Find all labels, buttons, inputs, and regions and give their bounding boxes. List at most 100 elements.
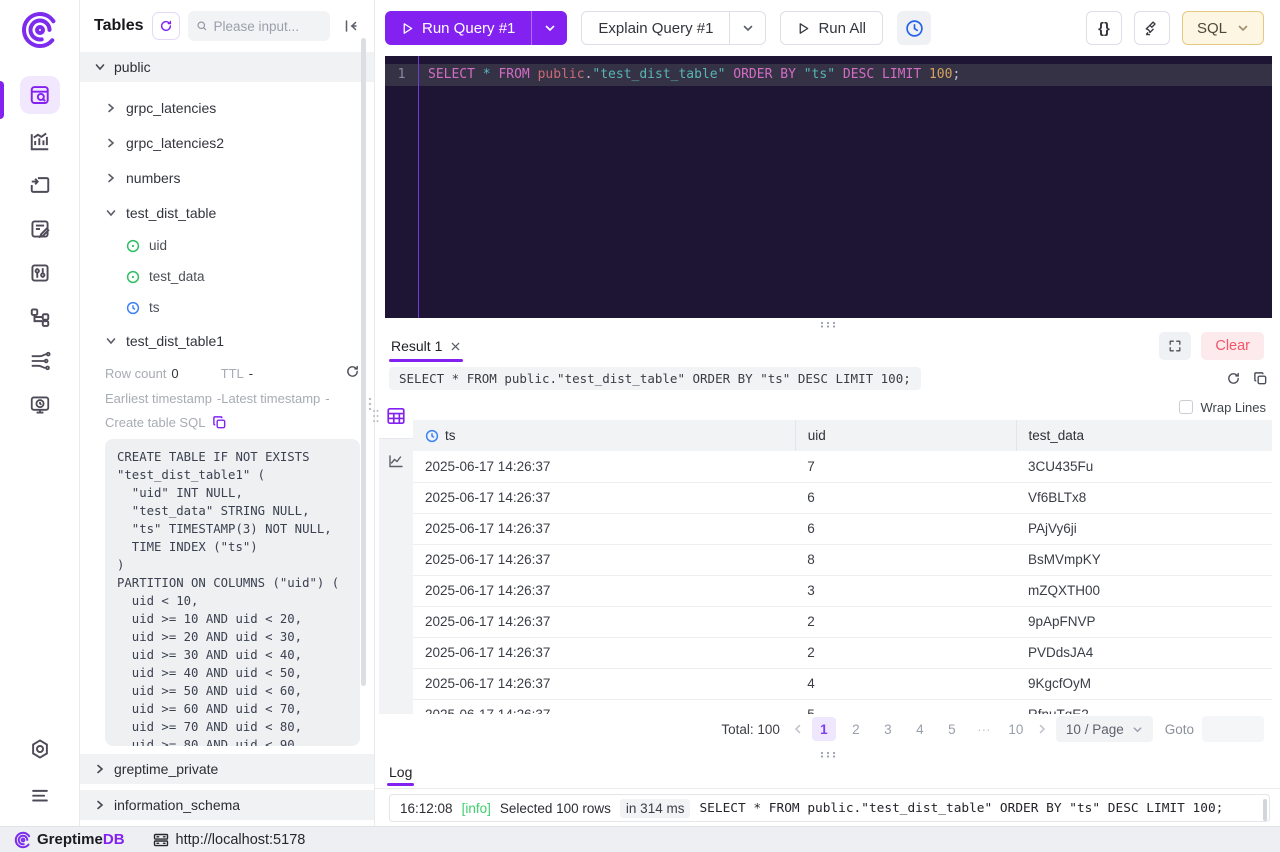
nav-rail-bottom (20, 732, 60, 812)
schema-row-greptime-private[interactable]: greptime_private (80, 754, 374, 784)
schema-row-information-schema[interactable]: information_schema (80, 790, 374, 820)
schema-row-public[interactable]: public (80, 52, 374, 82)
page-button[interactable]: 10 (1004, 717, 1028, 741)
page-button[interactable]: 2 (844, 717, 868, 741)
expand-result-button[interactable] (1159, 332, 1191, 360)
table-row[interactable]: 2025-06-17 14:26:37 2 9pApFNVP (413, 606, 1272, 637)
page-button[interactable]: 3 (876, 717, 900, 741)
prev-page-button[interactable] (792, 723, 804, 735)
close-icon[interactable] (450, 341, 461, 352)
run-query-split-button: Run Query #1 (385, 11, 567, 45)
pagination: Total: 100 12345···10 10 / Page Goto (375, 714, 1280, 744)
column-header-ts[interactable]: ts (413, 420, 795, 451)
sql-token: LIMIT (882, 67, 921, 82)
table-row[interactable]: 2025-06-17 14:26:37 5 RfnuTqE2 (413, 699, 1272, 714)
nav-item-status[interactable] (20, 388, 60, 422)
tables-refresh-button[interactable] (152, 12, 180, 40)
rerun-query-button[interactable] (1226, 371, 1241, 386)
nav-item-settings[interactable] (20, 732, 60, 766)
nav-item-controls[interactable] (20, 256, 60, 290)
details-refresh-button[interactable] (345, 364, 360, 382)
result-log-splitter[interactable] (375, 744, 1280, 764)
greptimedb-logo-icon (14, 831, 32, 849)
tables-search-input[interactable] (214, 19, 323, 34)
log-entry[interactable]: 16:12:08 [info] Selected 100 rows in 314… (389, 794, 1270, 822)
column-header-test-data[interactable]: test_data (1016, 420, 1272, 451)
sql-editor[interactable]: 1 SELECT * FROM public."test_dist_table"… (385, 56, 1272, 318)
server-url[interactable]: http://localhost:5178 (153, 832, 306, 848)
collapse-panel-button[interactable] (338, 13, 364, 39)
column-header-uid[interactable]: uid (795, 420, 1016, 451)
result-section: Result 1 Clear (375, 330, 1280, 744)
table-row-grpc-latencies[interactable]: grpc_latencies (80, 90, 374, 125)
table-row-grpc-latencies2[interactable]: grpc_latencies2 (80, 125, 374, 160)
tables-search-box[interactable] (188, 11, 331, 41)
page-buttons: 12345 ··· 10 (812, 717, 1028, 741)
search-icon (196, 19, 208, 33)
nav-item-flows[interactable] (20, 344, 60, 378)
greptimedb-logo-icon[interactable] (20, 10, 60, 50)
nav-item-pipeline[interactable] (20, 300, 60, 334)
chart-view-button[interactable] (379, 438, 413, 482)
explain-query-dropdown-button[interactable] (729, 12, 765, 44)
page-button[interactable]: 4 (908, 717, 932, 741)
nav-item-menu[interactable] (20, 778, 60, 812)
table-row[interactable]: 2025-06-17 14:26:37 2 PVDdsJA4 (413, 637, 1272, 668)
column-name: test_data (149, 269, 205, 284)
cell-uid: 2 (795, 637, 1016, 668)
log-scrollbar[interactable] (1263, 799, 1267, 821)
editor-line-1[interactable]: 1 SELECT * FROM public."test_dist_table"… (385, 64, 1272, 86)
editor-result-splitter[interactable] (375, 318, 1280, 330)
table-view-button[interactable] (379, 394, 413, 438)
page-size-select[interactable]: 10 / Page (1056, 716, 1153, 742)
page-button[interactable]: 5 (940, 717, 964, 741)
language-select[interactable]: SQL (1182, 11, 1264, 45)
column-row-ts[interactable]: ts (80, 292, 374, 323)
clear-results-button[interactable]: Clear (1201, 332, 1264, 360)
clear-editor-button[interactable] (1134, 11, 1170, 45)
query-history-button[interactable] (897, 11, 931, 45)
table-row-test-dist-table[interactable]: test_dist_table (80, 195, 374, 230)
cell-test-data: mZQXTH00 (1016, 575, 1272, 606)
nav-item-scripts[interactable] (20, 212, 60, 246)
page-button[interactable]: 1 (812, 717, 836, 741)
nav-active-indicator (0, 81, 4, 119)
nav-item-tables[interactable] (20, 76, 60, 114)
column-row-uid[interactable]: uid (80, 230, 374, 261)
copy-query-button[interactable] (1253, 371, 1268, 386)
column-row-test-data[interactable]: test_data (80, 261, 374, 292)
nav-item-ingest[interactable] (20, 168, 60, 202)
wrap-lines-checkbox[interactable] (1179, 400, 1193, 414)
table-row[interactable]: 2025-06-17 14:26:37 6 Vf6BLTx8 (413, 482, 1272, 513)
result-rail-handle[interactable] (372, 408, 379, 424)
page-button[interactable]: ··· (972, 717, 996, 741)
run-query-button[interactable]: Run Query #1 (385, 11, 531, 45)
chart-view-icon (387, 452, 405, 470)
table-row-numbers[interactable]: numbers (80, 160, 374, 195)
table-row[interactable]: 2025-06-17 14:26:37 8 BsMVmpKY (413, 544, 1272, 575)
table-name: numbers (126, 170, 180, 186)
table-row[interactable]: 2025-06-17 14:26:37 6 PAjVy6ji (413, 513, 1272, 544)
next-page-button[interactable] (1036, 723, 1048, 735)
result-tab[interactable]: Result 1 (389, 330, 463, 362)
tables-panel-scrollbar[interactable] (361, 38, 366, 686)
result-table-area: Wrap Lines ts (413, 394, 1280, 714)
run-all-button[interactable]: Run All (780, 11, 883, 45)
cell-test-data: 9KgcfOyM (1016, 668, 1272, 699)
nav-item-charts[interactable] (20, 124, 60, 158)
explain-query-button[interactable]: Explain Query #1 (582, 12, 729, 44)
table-row[interactable]: 2025-06-17 14:26:37 4 9KgcfOyM (413, 668, 1272, 699)
tables-panel: Tables (80, 0, 375, 826)
table-row[interactable]: 2025-06-17 14:26:37 7 3CU435Fu (413, 451, 1272, 482)
goto-page-input[interactable] (1202, 716, 1264, 742)
monitor-clock-icon (29, 394, 51, 416)
copy-icon[interactable] (212, 415, 227, 430)
cell-ts: 2025-06-17 14:26:37 (413, 699, 795, 714)
table-row[interactable]: 2025-06-17 14:26:37 3 mZQXTH00 (413, 575, 1272, 606)
create-table-sql-block: CREATE TABLE IF NOT EXISTS "test_dist_ta… (105, 439, 360, 746)
table-row-test-dist-table1[interactable]: test_dist_table1 (80, 323, 374, 358)
log-tab[interactable]: Log (389, 764, 412, 786)
run-query-dropdown-button[interactable] (531, 11, 567, 45)
tables-panel-title: Tables (94, 17, 144, 35)
format-code-button[interactable]: {} (1086, 11, 1122, 45)
